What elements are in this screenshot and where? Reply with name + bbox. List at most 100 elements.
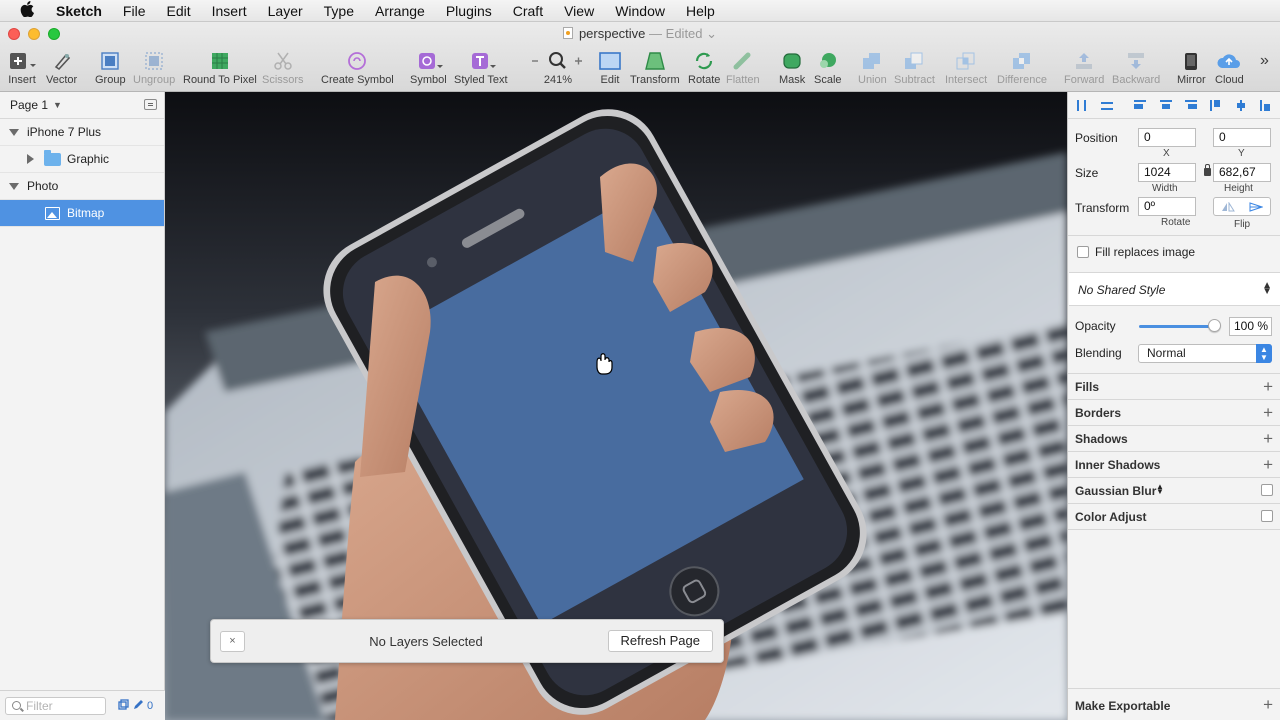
forward-label: Forward: [1064, 74, 1105, 86]
forward-button[interactable]: Forward: [1064, 50, 1104, 86]
ungroup-button[interactable]: Ungroup: [133, 50, 175, 86]
subtract-button[interactable]: Subtract: [894, 50, 935, 86]
align-bottom-icon[interactable]: [1260, 100, 1272, 111]
backward-button[interactable]: Backward: [1112, 50, 1160, 86]
vector-label: Vector: [46, 74, 78, 86]
vector-button[interactable]: Vector: [46, 50, 77, 86]
lock-icon[interactable]: [1204, 164, 1211, 176]
apple-icon[interactable]: [20, 0, 38, 21]
menu-craft[interactable]: Craft: [513, 3, 543, 19]
group-button[interactable]: Group: [95, 50, 126, 86]
make-exportable-title: Make Exportable: [1075, 699, 1171, 713]
disclosure-open-icon[interactable]: [9, 129, 19, 136]
mask-button[interactable]: Mask: [779, 50, 805, 86]
zoom-control[interactable]: 241%: [530, 50, 586, 86]
width-field[interactable]: 1024: [1138, 163, 1196, 182]
add-export-icon[interactable]: +: [1263, 695, 1273, 715]
width-label: Width: [1152, 183, 1178, 194]
distribute-vertical-icon[interactable]: [1101, 100, 1113, 111]
menu-arrange[interactable]: Arrange: [375, 3, 425, 19]
toolbar-overflow-button[interactable]: »: [1260, 52, 1269, 70]
page-selector[interactable]: Page 1 ▼: [0, 92, 164, 119]
add-shadow-icon[interactable]: +: [1263, 429, 1273, 449]
mirror-label: Mirror: [1177, 74, 1206, 86]
disclosure-open-icon[interactable]: [9, 183, 19, 190]
search-icon: [12, 701, 21, 710]
menu-insert[interactable]: Insert: [212, 3, 247, 19]
ungroup-label: Ungroup: [133, 74, 176, 86]
rotate-button[interactable]: Rotate: [688, 50, 720, 86]
menu-view[interactable]: View: [564, 3, 594, 19]
shadows-section[interactable]: Shadows +: [1068, 425, 1280, 451]
menu-plugins[interactable]: Plugins: [446, 3, 492, 19]
add-inner-shadow-icon[interactable]: +: [1263, 455, 1273, 475]
flatten-button[interactable]: Flatten: [726, 50, 760, 86]
pencil-icon[interactable]: [133, 699, 143, 713]
menu-file[interactable]: File: [123, 3, 146, 19]
blending-select[interactable]: Normal ▲ ▼: [1138, 344, 1272, 363]
filter-options: 0: [118, 699, 153, 713]
refresh-page-button[interactable]: Refresh Page: [607, 630, 713, 652]
styled-text-button[interactable]: Styled Text: [454, 50, 508, 86]
align-top-icon[interactable]: [1210, 100, 1222, 111]
cloud-button[interactable]: Cloud: [1215, 50, 1244, 86]
shared-style-select[interactable]: No Shared Style ▲ ▼: [1069, 272, 1280, 306]
symbol-label: Symbol: [410, 74, 447, 86]
color-adjust-checkbox[interactable]: [1261, 510, 1273, 522]
menu-type[interactable]: Type: [324, 3, 354, 19]
inner-shadows-section[interactable]: Inner Shadows +: [1068, 451, 1280, 477]
borders-section[interactable]: Borders +: [1068, 399, 1280, 425]
transform-button[interactable]: Transform: [630, 50, 680, 86]
scissors-button[interactable]: Scissors: [262, 50, 304, 86]
position-x-field[interactable]: 0: [1138, 128, 1196, 147]
layer-group-graphic[interactable]: Graphic: [0, 146, 164, 173]
layer-artboard-iphone[interactable]: iPhone 7 Plus: [0, 119, 164, 146]
make-exportable-row[interactable]: Make Exportable +: [1068, 688, 1280, 720]
fills-section[interactable]: Fills +: [1068, 373, 1280, 399]
symbol-filter-icon[interactable]: [118, 699, 129, 713]
mirror-button[interactable]: Mirror: [1177, 50, 1206, 86]
flip-vertical-icon[interactable]: [1242, 198, 1270, 215]
menu-window[interactable]: Window: [615, 3, 665, 19]
gaussian-blur-checkbox[interactable]: [1261, 484, 1273, 496]
add-border-icon[interactable]: +: [1263, 403, 1273, 423]
align-center-icon[interactable]: [1160, 100, 1172, 111]
height-field[interactable]: 682,67: [1213, 163, 1271, 182]
fill-replaces-checkbox[interactable]: [1077, 246, 1089, 258]
create-symbol-button[interactable]: Create Symbol: [321, 50, 394, 86]
opacity-slider[interactable]: [1139, 325, 1215, 328]
gaussian-blur-section[interactable]: Gaussian Blur ▲ ▼: [1068, 477, 1280, 503]
menu-layer[interactable]: Layer: [268, 3, 303, 19]
filter-input[interactable]: Filter: [5, 697, 106, 715]
filter-placeholder: Filter: [26, 699, 53, 713]
edit-icon: [598, 50, 622, 72]
scale-button[interactable]: Scale: [814, 50, 842, 86]
collapse-panel-icon[interactable]: [144, 99, 157, 110]
menu-edit[interactable]: Edit: [166, 3, 190, 19]
color-adjust-section[interactable]: Color Adjust: [1068, 503, 1280, 529]
chevron-down-icon[interactable]: ⌄: [703, 26, 717, 41]
menu-sketch[interactable]: Sketch: [56, 3, 102, 19]
edit-button[interactable]: Edit: [598, 50, 622, 86]
layer-bitmap[interactable]: Bitmap: [0, 200, 164, 227]
align-middle-icon[interactable]: [1235, 100, 1247, 111]
align-left-icon[interactable]: [1134, 100, 1146, 111]
position-y-field[interactable]: 0: [1213, 128, 1271, 147]
union-button[interactable]: Union: [858, 50, 887, 86]
layer-group-photo[interactable]: Photo: [0, 173, 164, 200]
add-fill-icon[interactable]: +: [1263, 377, 1273, 397]
opacity-field[interactable]: 100 %: [1229, 317, 1272, 336]
opacity-slider-knob[interactable]: [1208, 319, 1221, 332]
updown-icon[interactable]: ▲ ▼: [1156, 483, 1164, 496]
rotate-field[interactable]: 0º: [1138, 197, 1196, 216]
align-right-icon[interactable]: [1185, 100, 1197, 111]
difference-button[interactable]: Difference: [997, 50, 1047, 86]
disclosure-closed-icon[interactable]: [27, 154, 34, 164]
symbol-button[interactable]: Symbol: [410, 50, 447, 86]
round-to-pixel-button[interactable]: Round To Pixel: [183, 50, 257, 86]
flip-horizontal-icon[interactable]: [1214, 198, 1242, 215]
distribute-horizontal-icon[interactable]: [1076, 100, 1088, 111]
menu-help[interactable]: Help: [686, 3, 715, 19]
insert-button[interactable]: Insert: [8, 50, 36, 86]
intersect-button[interactable]: Intersect: [945, 50, 987, 86]
